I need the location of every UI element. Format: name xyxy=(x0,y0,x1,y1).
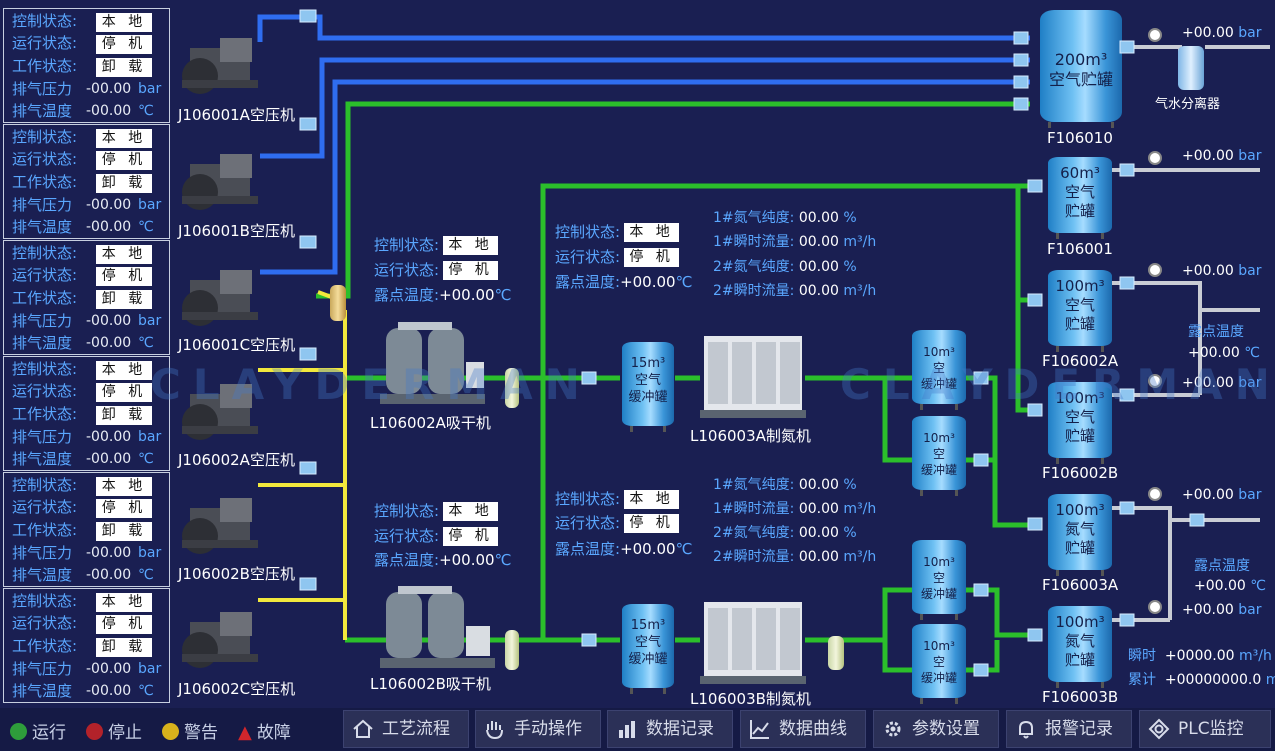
eye-icon xyxy=(1148,718,1170,740)
valve-icon xyxy=(1013,31,1029,45)
bar-chart-icon xyxy=(619,721,635,738)
valve-icon xyxy=(299,461,317,475)
stop-status-icon xyxy=(86,723,103,740)
nav-data-curve[interactable]: 数据曲线 xyxy=(740,710,866,748)
gear-icon xyxy=(885,721,901,737)
valve-icon xyxy=(1027,517,1043,531)
valve-icon xyxy=(299,347,317,361)
valve-icon xyxy=(973,583,989,597)
valve-icon xyxy=(1013,75,1029,89)
valve-icon xyxy=(299,235,317,249)
fault-triangle-icon: ▲ xyxy=(238,722,252,743)
valve-icon xyxy=(1013,97,1029,111)
valve-icon xyxy=(299,117,317,131)
hand-icon xyxy=(486,721,503,740)
valve-icon xyxy=(973,663,989,677)
nav-alarm-record[interactable]: 报警记录 xyxy=(1006,710,1132,748)
bell-icon xyxy=(1019,720,1033,739)
legend-fault: ▲ 故障 xyxy=(238,722,291,743)
valve-icon xyxy=(1119,501,1135,515)
run-status-icon xyxy=(10,723,27,740)
nav-plc-monitor[interactable]: PLC监控 xyxy=(1139,710,1271,748)
home-icon xyxy=(353,719,373,738)
valve-icon xyxy=(1027,628,1043,642)
watermark: CLAYDERMAN xyxy=(150,360,592,409)
nav-process-flow[interactable]: 工艺流程 xyxy=(343,710,469,748)
warning-status-icon xyxy=(162,723,179,740)
line-chart-icon xyxy=(750,720,769,739)
valve-icon xyxy=(1027,179,1043,193)
legend-run: 运行 xyxy=(10,718,66,743)
watermark: CLAYDERMAN xyxy=(840,360,1275,409)
valve-icon xyxy=(973,453,989,467)
valve-icon xyxy=(1119,163,1135,177)
valve-icon xyxy=(1119,276,1135,290)
valve-icon xyxy=(299,577,317,591)
valve-icon xyxy=(1027,293,1043,307)
legend-stop: 停止 xyxy=(86,718,142,743)
nav-data-record[interactable]: 数据记录 xyxy=(607,710,733,748)
valve-icon xyxy=(581,633,597,647)
nav-manual-operation[interactable]: 手动操作 xyxy=(475,710,601,748)
valve-icon xyxy=(299,9,317,23)
valve-icon xyxy=(1119,613,1135,627)
valve-icon xyxy=(1119,40,1135,54)
valve-icon xyxy=(1189,513,1205,527)
scada-screen: 控制状态: 本 地运行状态: 停 机工作状态: 卸 载排气压力 -00.00 bar 排气温… xyxy=(0,0,1275,751)
nav-parameter-settings[interactable]: 参数设置 xyxy=(873,710,999,748)
legend-warning: 警告 xyxy=(162,718,218,743)
valve-icon xyxy=(1013,53,1029,67)
